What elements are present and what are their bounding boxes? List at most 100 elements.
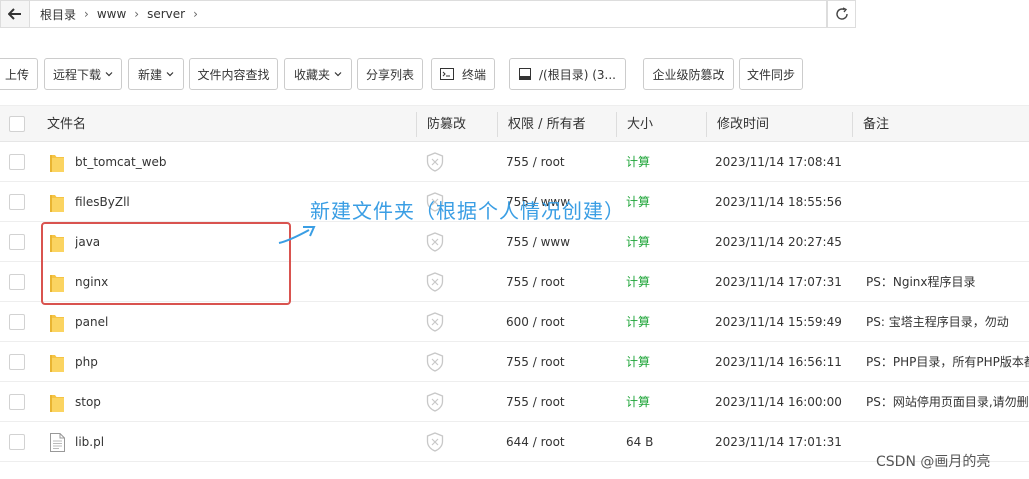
table-row[interactable]: lib.pl 644 / root 64 B 2023/11/14 17:01:31 [0, 422, 1029, 462]
annotation-arrow-icon [278, 226, 316, 244]
row-checkbox[interactable] [9, 154, 25, 170]
file-name[interactable]: panel [75, 302, 405, 342]
shield-icon[interactable] [426, 392, 444, 412]
folder-icon [50, 355, 64, 372]
header-mtime[interactable]: 修改时间 [717, 106, 769, 143]
permission-owner[interactable]: 600 / root [506, 302, 611, 342]
shield-icon[interactable] [426, 432, 444, 452]
file-note[interactable] [866, 182, 1029, 222]
header-tamper[interactable]: 防篡改 [427, 106, 466, 143]
column-divider [497, 112, 498, 137]
file-size[interactable]: 计算 [626, 262, 701, 302]
permission-owner[interactable]: 755 / root [506, 382, 611, 422]
disk-button[interactable]: /(根目录) (3... [509, 58, 626, 90]
address-bar: 根目录 › www › server › [0, 0, 1029, 28]
permission-owner[interactable]: 644 / root [506, 422, 611, 462]
arrow-left-icon [8, 8, 21, 20]
favorites-button[interactable]: 收藏夹 [284, 58, 352, 90]
permission-owner[interactable]: 755 / root [506, 262, 611, 302]
terminal-button[interactable]: 终端 [431, 58, 495, 90]
file-note[interactable] [866, 142, 1029, 182]
file-size[interactable]: 计算 [626, 382, 701, 422]
file-size[interactable]: 计算 [626, 182, 701, 222]
file-name[interactable]: lib.pl [75, 422, 405, 462]
row-checkbox[interactable] [9, 274, 25, 290]
header-permission[interactable]: 权限 / 所有者 [508, 106, 586, 143]
file-name[interactable]: bt_tomcat_web [75, 142, 405, 182]
file-size[interactable]: 计算 [626, 222, 701, 262]
column-divider [852, 112, 853, 137]
modified-time: 2023/11/14 17:07:31 [715, 275, 842, 289]
file-name[interactable]: php [75, 342, 405, 382]
chevron-down-icon [334, 72, 342, 77]
upload-button[interactable]: 上传 [0, 58, 38, 90]
file-note[interactable] [866, 222, 1029, 262]
permission-owner[interactable]: 755 / root [506, 142, 611, 182]
header-name[interactable]: 文件名 [47, 106, 86, 143]
modified-time: 2023/11/14 15:59:49 [715, 315, 842, 329]
breadcrumb-item-server[interactable]: server [147, 7, 185, 21]
disk-label: /(根目录) (3... [539, 67, 616, 82]
tamper-proof-button[interactable]: 企业级防篡改 [643, 58, 734, 90]
chevron-down-icon [105, 72, 113, 77]
shield-icon[interactable] [426, 232, 444, 252]
folder-icon [50, 195, 64, 212]
file-size[interactable]: 计算 [626, 342, 701, 382]
file-size[interactable]: 计算 [626, 302, 701, 342]
file-sync-button[interactable]: 文件同步 [739, 58, 803, 90]
column-divider [416, 112, 417, 137]
select-all-checkbox[interactable] [9, 116, 25, 132]
file-icon [50, 433, 65, 452]
permission-owner[interactable]: 755 / www [506, 222, 611, 262]
row-checkbox[interactable] [9, 394, 25, 410]
disk-icon [519, 68, 531, 80]
watermark: CSDN @画月的亮 [876, 454, 991, 470]
modified-time: 2023/11/14 16:56:11 [715, 355, 842, 369]
shield-icon[interactable] [426, 312, 444, 332]
chevron-right-icon: › [84, 7, 89, 21]
content-search-button[interactable]: 文件内容查找 [189, 58, 278, 90]
table-row[interactable]: bt_tomcat_web 755 / root 计算 2023/11/14 17:0… [0, 142, 1029, 182]
chevron-right-icon: › [134, 7, 140, 21]
header-note: 备注 [863, 117, 890, 132]
modified-time: 2023/11/14 20:27:45 [715, 235, 842, 249]
back-button[interactable] [0, 0, 30, 28]
row-checkbox[interactable] [9, 434, 25, 450]
file-name[interactable]: stop [75, 382, 405, 422]
header-size[interactable]: 大小 [627, 106, 653, 143]
permission-owner[interactable]: 755 / root [506, 342, 611, 382]
file-note[interactable]: PS：PHP目录，所有PHP版本都 [866, 342, 1029, 382]
annotation-text: 新建文件夹（根据个人情况创建） [310, 199, 625, 223]
tamper-proof-label: 企业级防篡改 [652, 67, 725, 82]
breadcrumb: 根目录 › www › server › [30, 0, 827, 28]
share-list-button[interactable]: 分享列表 [357, 58, 423, 90]
shield-icon[interactable] [426, 352, 444, 372]
refresh-icon [835, 7, 848, 20]
row-checkbox[interactable] [9, 314, 25, 330]
table-row[interactable]: php 755 / root 计算 2023/11/14 16:56:11 PS：PHP… [0, 342, 1029, 382]
shield-icon[interactable] [426, 272, 444, 292]
folder-icon [50, 155, 64, 172]
chevron-right-icon: › [193, 7, 198, 21]
file-size[interactable]: 计算 [626, 142, 701, 182]
file-note[interactable]: PS: 宝塔主程序目录，勿动 [866, 302, 1029, 342]
remote-download-button[interactable]: 远程下载 [44, 58, 122, 90]
modified-time: 2023/11/14 18:55:56 [715, 195, 842, 209]
row-checkbox[interactable] [9, 194, 25, 210]
new-button[interactable]: 新建 [128, 58, 184, 90]
modified-time: 2023/11/14 16:00:00 [715, 395, 842, 409]
new-label: 新建 [137, 67, 162, 82]
modified-time: 2023/11/14 17:01:31 [715, 435, 842, 449]
chevron-down-icon [166, 72, 174, 77]
breadcrumb-item-root[interactable]: 根目录 [40, 6, 76, 23]
table-row[interactable]: panel 600 / root 计算 2023/11/14 15:59:49 PS: … [0, 302, 1029, 342]
file-note[interactable]: PS：Nginx程序目录 [866, 262, 1029, 302]
row-checkbox[interactable] [9, 234, 25, 250]
table-row[interactable]: stop 755 / root 计算 2023/11/14 16:00:00 PS：网站… [0, 382, 1029, 422]
refresh-button[interactable] [827, 0, 856, 28]
row-checkbox[interactable] [9, 354, 25, 370]
remote-download-label: 远程下载 [52, 67, 101, 82]
file-note[interactable]: PS：网站停用页面目录,请勿删 [866, 382, 1029, 422]
breadcrumb-item-www[interactable]: www [97, 7, 126, 21]
shield-icon[interactable] [426, 152, 444, 172]
